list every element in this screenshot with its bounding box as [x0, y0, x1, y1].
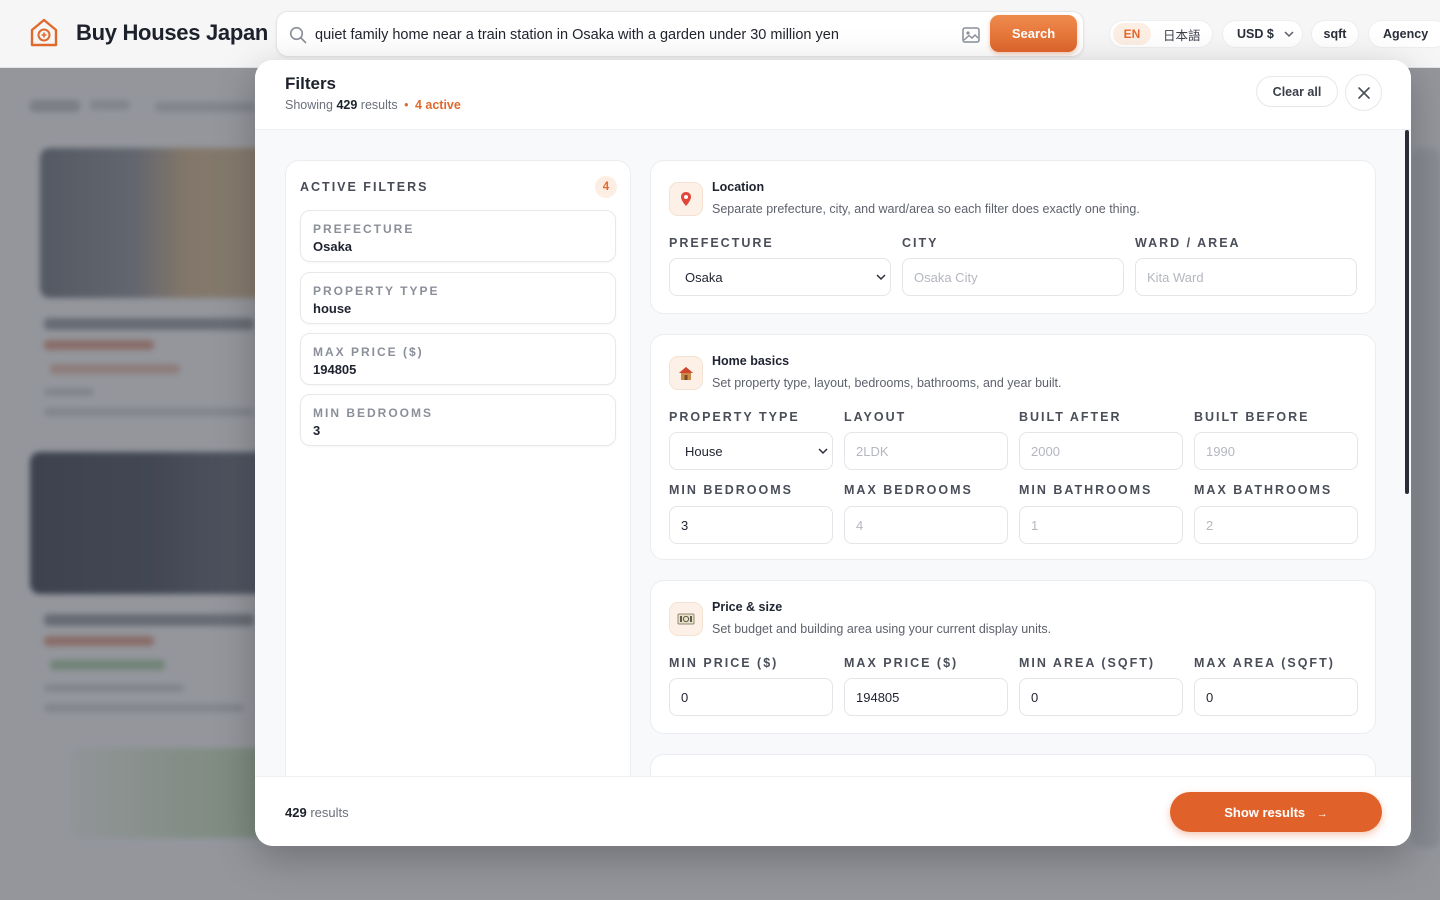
ward-label: WARD / AREA [1135, 236, 1241, 250]
currency-label: USD $ [1237, 27, 1274, 41]
results-word: results [360, 98, 398, 112]
location-description: Separate prefecture, city, and ward/area… [712, 202, 1140, 216]
max-area-input[interactable] [1194, 678, 1358, 716]
active-filter-chip-max-price[interactable]: MAX PRICE ($) 194805 [300, 333, 616, 385]
active-filter-count: 4 active [414, 98, 461, 112]
property-type-value: House [685, 444, 723, 459]
house-icon [669, 356, 703, 390]
prefecture-value: Osaka [685, 270, 723, 285]
footer-results-word: results [310, 805, 349, 820]
currency-select[interactable]: USD $ [1222, 20, 1303, 48]
prefecture-select[interactable]: Osaka [669, 258, 891, 296]
logo-icon [30, 18, 58, 47]
layout-input[interactable] [844, 432, 1008, 470]
footer-result-count: 429 results [285, 805, 349, 820]
prefecture-label: PREFECTURE [669, 236, 774, 250]
active-filter-chip-prefecture[interactable]: PREFECTURE Osaka [300, 210, 616, 262]
max-bedrooms-label: MAX BEDROOMS [844, 483, 973, 497]
min-price-input[interactable] [669, 678, 833, 716]
max-price-input[interactable] [844, 678, 1008, 716]
separator-dot: • [404, 98, 409, 112]
modal-title: Filters [285, 74, 337, 93]
modal-footer: 429 results Show results → [255, 776, 1411, 846]
map-pin-icon [669, 182, 703, 216]
built-before-input[interactable] [1194, 432, 1358, 470]
min-bathrooms-label: MIN BATHROOMS [1019, 483, 1153, 497]
price-size-section: Price & size Set budget and building are… [650, 580, 1376, 734]
max-area-label: MAX AREA (SQFT) [1194, 656, 1335, 670]
min-bedrooms-input[interactable] [669, 506, 833, 544]
modal-scrollbar[interactable] [1405, 130, 1409, 494]
min-price-label: MIN PRICE ($) [669, 656, 779, 670]
image-search-icon[interactable] [961, 25, 981, 45]
footer-count-number: 429 [285, 805, 307, 820]
built-before-label: BUILT BEFORE [1194, 410, 1310, 424]
chevron-down-icon [876, 274, 886, 281]
min-area-label: MIN AREA (SQFT) [1019, 656, 1156, 670]
search-input[interactable] [315, 22, 945, 48]
chip-key: PREFECTURE [313, 222, 415, 236]
chip-key: MAX PRICE ($) [313, 345, 424, 359]
property-type-label: PROPERTY TYPE [669, 410, 800, 424]
price-size-title: Price & size [712, 600, 783, 614]
built-after-label: BUILT AFTER [1019, 410, 1122, 424]
chip-key: MIN BEDROOMS [313, 406, 433, 420]
min-bedrooms-label: MIN BEDROOMS [669, 483, 793, 497]
min-bathrooms-input[interactable] [1019, 506, 1183, 544]
active-filters-panel: ACTIVE FILTERS 4 PREFECTURE Osaka PROPER… [285, 160, 631, 776]
results-summary: Showing 429 results • 4 active [285, 98, 461, 112]
chip-value: house [313, 301, 352, 316]
location-section: Location Separate prefecture, city, and … [650, 160, 1376, 314]
price-size-description: Set budget and building area using your … [712, 622, 1052, 636]
chip-value: 3 [313, 423, 321, 438]
modal-body: ACTIVE FILTERS 4 PREFECTURE Osaka PROPER… [255, 130, 1411, 776]
language-ja-button[interactable]: 日本語 [1163, 25, 1201, 44]
filters-modal: Filters Showing 429 results • 4 active C… [255, 60, 1411, 846]
search-button[interactable]: Search [990, 15, 1077, 52]
agency-button[interactable]: Agency [1368, 20, 1440, 48]
modal-header: Filters Showing 429 results • 4 active C… [255, 60, 1411, 130]
chevron-down-icon [1284, 31, 1294, 38]
property-type-select[interactable]: House [669, 432, 833, 470]
close-icon [1358, 87, 1370, 99]
location-title: Location [712, 180, 765, 194]
brand-name[interactable]: Buy Houses Japan [76, 20, 268, 46]
top-bar: Buy Houses Japan Search EN 日本語 USD $ sqf… [0, 0, 1440, 68]
clear-all-button[interactable]: Clear all [1256, 76, 1338, 107]
city-input[interactable] [902, 258, 1124, 296]
ward-input[interactable] [1135, 258, 1357, 296]
language-en-button[interactable]: EN [1113, 23, 1151, 45]
units-toggle[interactable]: sqft [1311, 20, 1359, 48]
max-bedrooms-input[interactable] [844, 506, 1008, 544]
home-basics-title: Home basics [712, 354, 790, 368]
show-results-label: Show results [1224, 804, 1306, 820]
max-bathrooms-label: MAX BATHROOMS [1194, 483, 1333, 497]
home-basics-description: Set property type, layout, bedrooms, bat… [712, 376, 1062, 390]
chip-key: PROPERTY TYPE [313, 284, 440, 298]
home-basics-section: Home basics Set property type, layout, b… [650, 334, 1376, 560]
result-count: 429 [336, 98, 358, 112]
additional-filters-section [650, 754, 1376, 776]
showing-label: Showing [285, 98, 333, 112]
search-bar [276, 11, 1084, 57]
chevron-down-icon [818, 448, 828, 455]
search-icon [289, 26, 307, 44]
close-modal-button[interactable] [1345, 74, 1382, 111]
max-bathrooms-input[interactable] [1194, 506, 1358, 544]
yen-notes-icon [669, 602, 703, 636]
active-filters-title: ACTIVE FILTERS [300, 180, 429, 194]
show-results-button[interactable]: Show results → [1170, 792, 1382, 832]
city-label: CITY [902, 236, 939, 250]
active-filters-count-badge: 4 [595, 176, 617, 198]
built-after-input[interactable] [1019, 432, 1183, 470]
chip-value: 194805 [313, 362, 357, 377]
language-toggle: EN 日本語 [1109, 20, 1213, 48]
active-filter-chip-property-type[interactable]: PROPERTY TYPE house [300, 272, 616, 324]
layout-label: LAYOUT [844, 410, 907, 424]
min-area-input[interactable] [1019, 678, 1183, 716]
active-filter-chip-min-bedrooms[interactable]: MIN BEDROOMS 3 [300, 394, 616, 446]
max-price-label: MAX PRICE ($) [844, 656, 959, 670]
chip-value: Osaka [313, 239, 353, 254]
arrow-right-icon: → [1316, 807, 1328, 820]
